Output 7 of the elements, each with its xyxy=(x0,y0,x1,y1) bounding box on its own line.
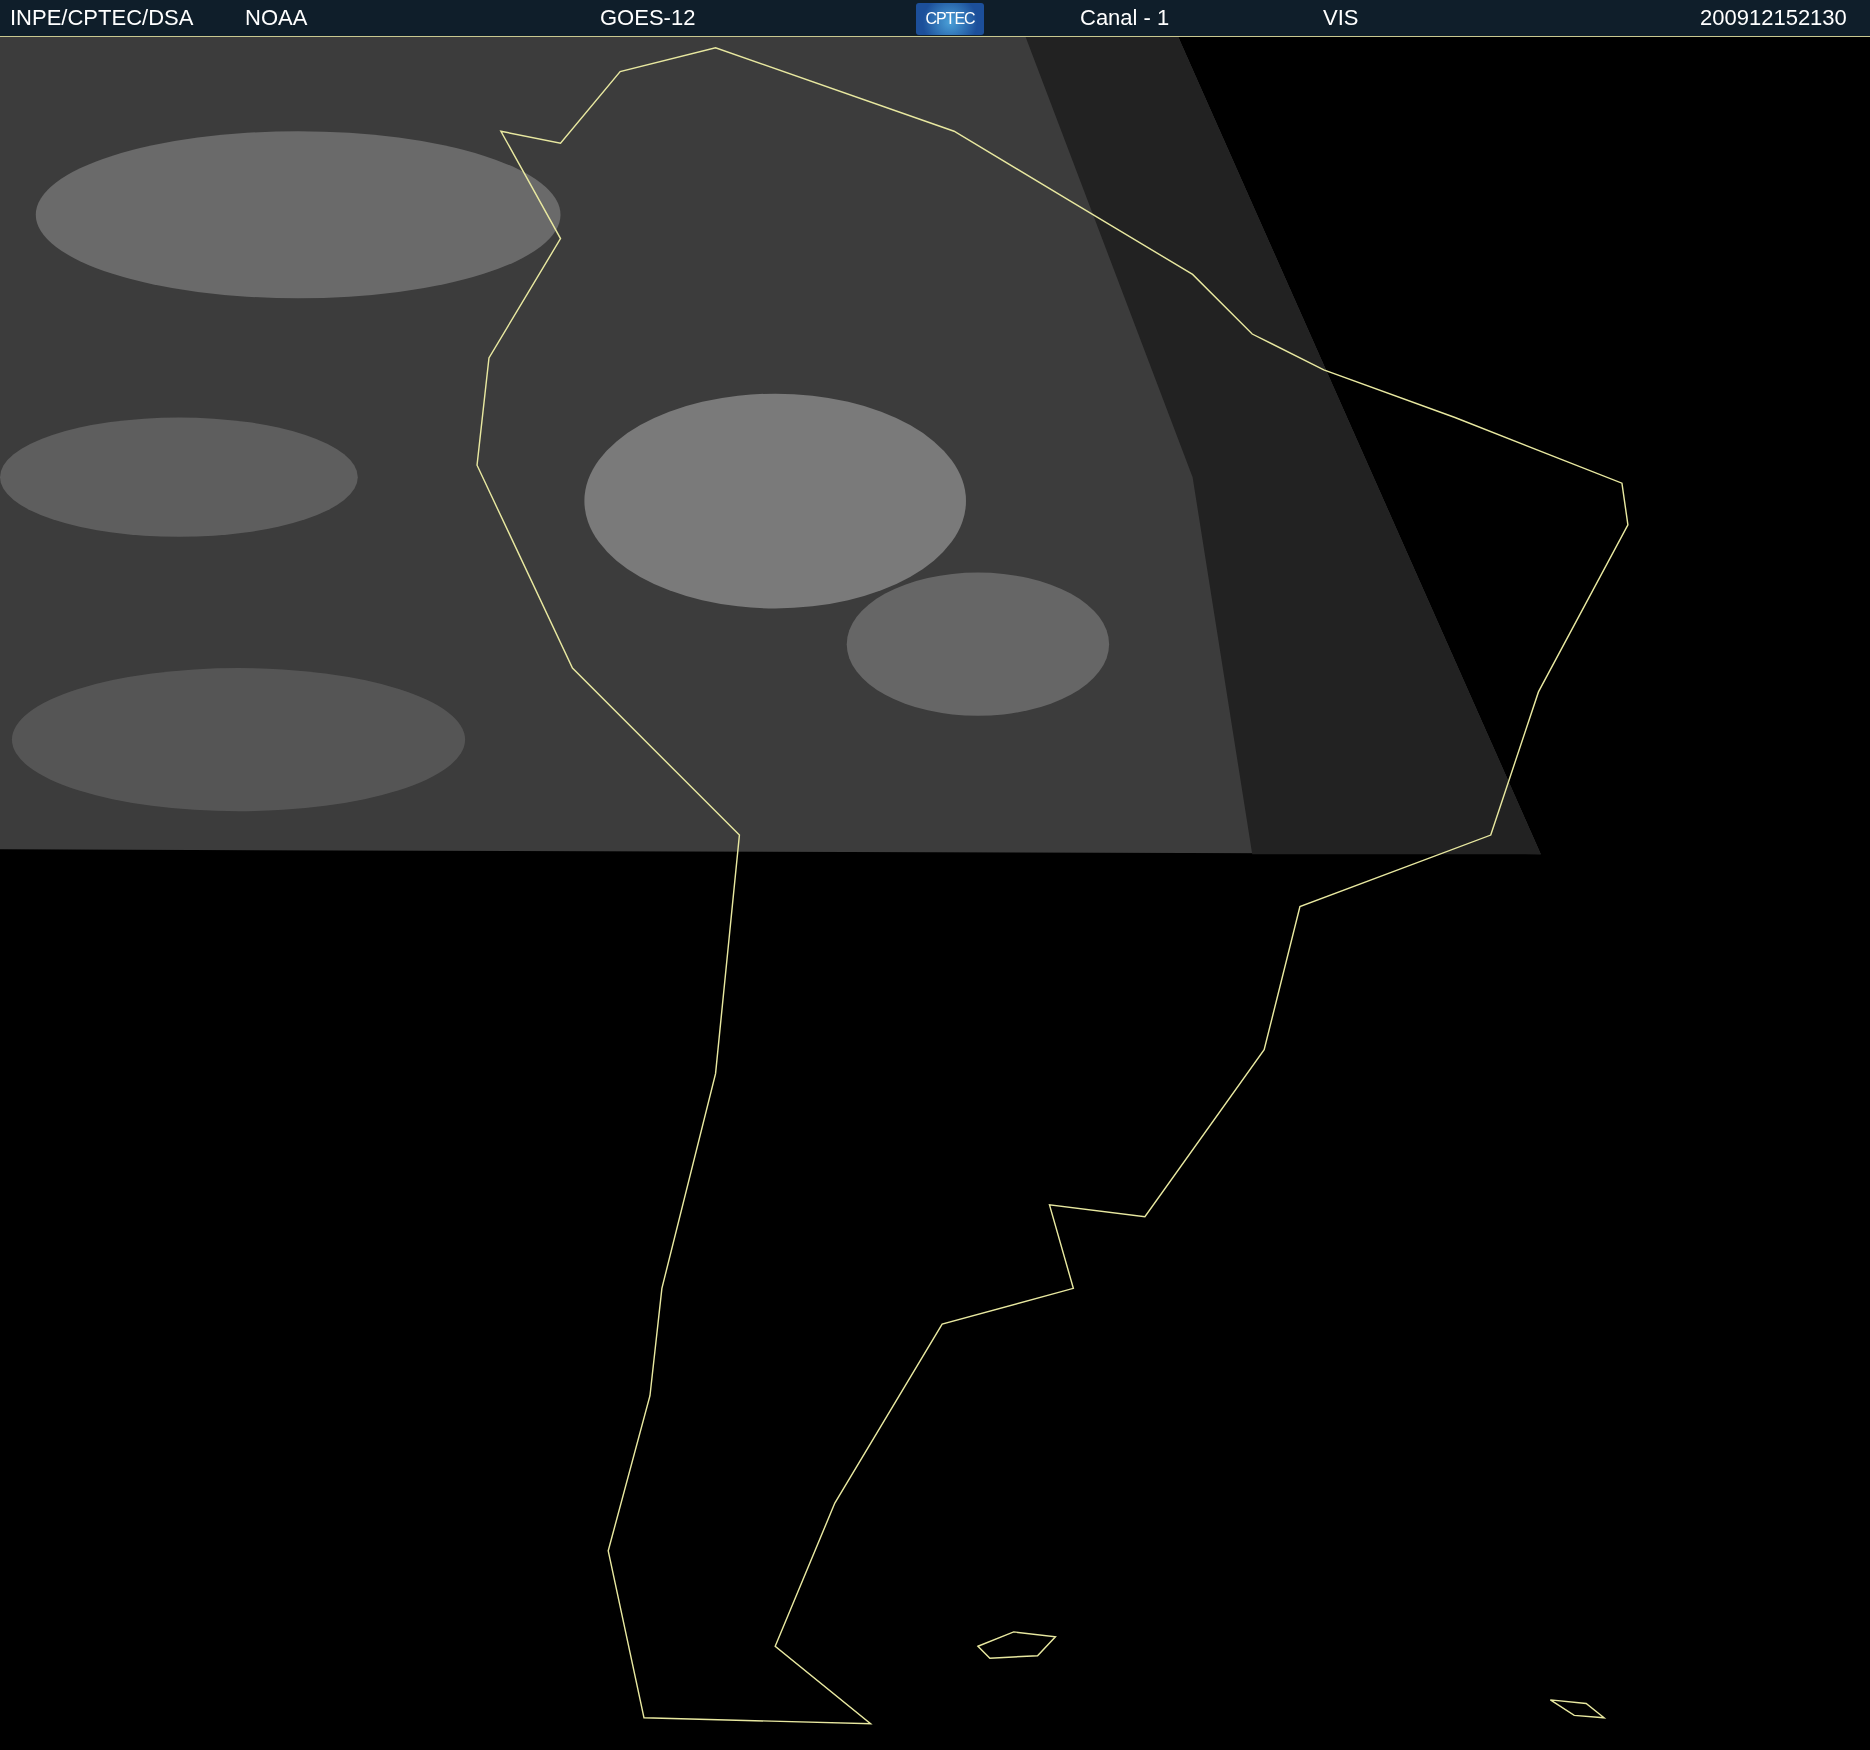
source-label: INPE/CPTEC/DSA xyxy=(10,5,194,31)
channel-label: Canal - 1 xyxy=(1080,5,1170,31)
band-label: VIS xyxy=(1323,5,1359,31)
satellite-label: GOES-12 xyxy=(600,5,696,31)
timestamp-label: 200912152130 xyxy=(1700,5,1847,31)
agency-label: NOAA xyxy=(245,5,308,31)
logo: CPTEC xyxy=(916,2,984,35)
